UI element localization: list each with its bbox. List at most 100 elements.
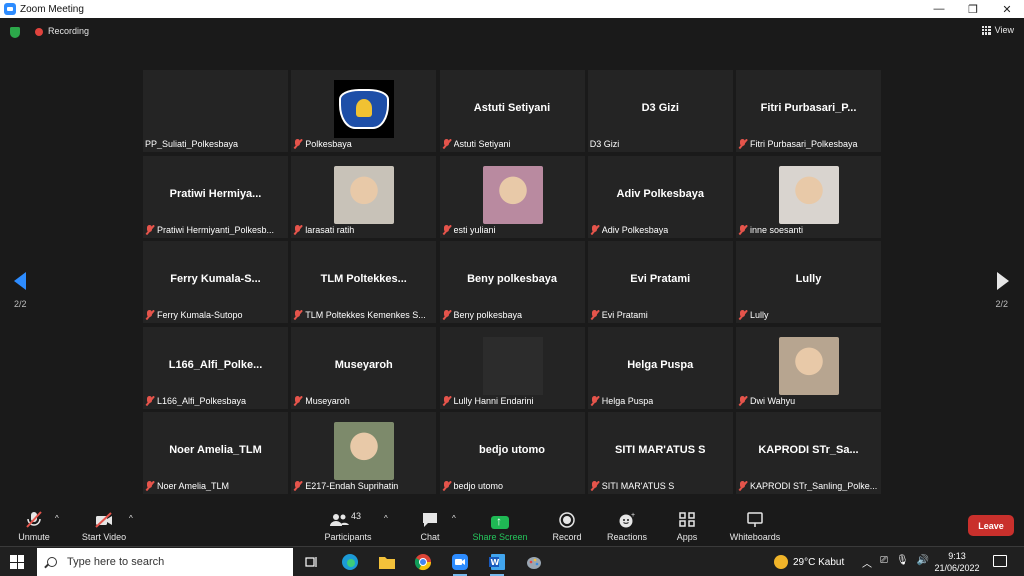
participant-photo: [334, 165, 395, 224]
participant-tile[interactable]: PP_Suliati_Polkesbaya: [143, 70, 288, 152]
participant-name: Lully: [750, 310, 769, 320]
participant-tile[interactable]: esti yuliani: [439, 155, 585, 238]
leave-button[interactable]: Leave: [968, 515, 1014, 536]
tray-volume-icon[interactable]: 🔊: [917, 555, 929, 570]
reactions-button[interactable]: + Reactions: [604, 505, 650, 546]
chrome-browser-icon[interactable]: [412, 552, 434, 572]
participant-name-label: Fitri Purbasari_Polkesbaya: [738, 139, 879, 149]
tray-microphone-icon[interactable]: 🎙: [896, 555, 909, 570]
weather-sun-icon: [774, 555, 788, 569]
participant-tile[interactable]: D3 Gizi D3 Gizi: [587, 70, 733, 152]
tray-chevron-icon[interactable]: ︿: [862, 555, 872, 570]
participant-name: Pratiwi Hermiyanti_Polkesb...: [157, 224, 275, 235]
participant-tile[interactable]: E217-Endah Suprihatin: [291, 412, 437, 494]
participant-tile[interactable]: KAPRODI STr_Sa... KAPRODI STr_Sanling_Pol…: [736, 412, 881, 494]
participant-tile[interactable]: TLM Poltekkes... TLM Poltekkes Kemenkes S…: [291, 241, 437, 323]
participant-tile[interactable]: Dwi Wahyu: [736, 326, 881, 409]
participant-tile[interactable]: Polkesbaya: [291, 70, 437, 152]
muted-mic-icon: [442, 481, 451, 491]
participants-options-chevron-icon[interactable]: ^: [384, 514, 388, 523]
muted-mic-icon: [590, 481, 599, 491]
taskbar-search[interactable]: [37, 548, 293, 576]
participant-name-label: Polkesbaya: [293, 139, 434, 149]
task-view-icon[interactable]: [301, 552, 323, 572]
record-label: Record: [552, 532, 582, 542]
security-shield-icon[interactable]: [10, 27, 20, 38]
clock-date: 21/06/2022: [934, 563, 980, 573]
weather-widget[interactable]: 29°C Kabut: [774, 555, 844, 569]
participant-name: D3 Gizi: [589, 139, 620, 149]
participant-name-label: Helga Puspa: [590, 395, 731, 406]
taskbar-clock[interactable]: 9:13 21/06/2022: [934, 550, 980, 574]
participant-display-name: SITI MAR'ATUS S: [615, 444, 706, 456]
muted-mic-icon: [293, 481, 302, 491]
participant-tile[interactable]: Beny polkesbaya Beny polkesbaya: [439, 241, 585, 323]
muted-mic-icon: [738, 481, 747, 491]
participant-tile[interactable]: Ferry Kumala-S... Ferry Kumala-Sutopo: [143, 241, 288, 323]
previous-page-icon[interactable]: [14, 272, 26, 290]
participant-tile[interactable]: SITI MAR'ATUS S SITI MAR'ATUS S: [587, 412, 733, 494]
close-icon[interactable]: ✕: [990, 0, 1024, 18]
participant-tile[interactable]: Lully Hanni Endarini: [439, 326, 585, 409]
muted-mic-icon: [145, 310, 154, 320]
participant-name: Polkesbaya: [305, 139, 352, 149]
record-button[interactable]: Record: [548, 505, 586, 546]
whiteboards-label: Whiteboards: [729, 532, 781, 542]
view-label: View: [994, 25, 1014, 35]
muted-mic-icon: [293, 224, 302, 235]
participant-tile[interactable]: Astuti Setiyani Astuti Setiyani: [439, 70, 585, 152]
chat-bubble-icon: [423, 513, 437, 527]
view-button[interactable]: View: [981, 25, 1014, 35]
recording-icon: [35, 28, 43, 36]
minimize-icon[interactable]: —: [922, 0, 956, 18]
paint-app-icon[interactable]: [523, 552, 545, 572]
participant-photo: [779, 165, 839, 224]
whiteboards-button[interactable]: Whiteboards: [726, 505, 784, 546]
chat-button[interactable]: Chat: [410, 505, 450, 546]
edge-browser-icon[interactable]: [339, 552, 361, 572]
restore-icon[interactable]: ❐: [956, 0, 990, 18]
muted-mic-icon: [738, 310, 747, 320]
participant-tile[interactable]: larasati ratih: [291, 155, 437, 238]
windows-start-icon[interactable]: [10, 555, 24, 569]
word-icon[interactable]: W: [486, 552, 508, 576]
participant-name: larasati ratih: [305, 224, 355, 235]
participant-tile[interactable]: Museyaroh Museyaroh: [291, 326, 437, 409]
audio-options-chevron-icon[interactable]: ^: [55, 514, 59, 523]
taskbar-search-input[interactable]: [67, 556, 267, 568]
participant-name: Evi Pratami: [601, 310, 648, 320]
participant-tile[interactable]: L166_Alfi_Polke... L166_Alfi_Polkesbaya: [143, 326, 288, 409]
participant-tile[interactable]: Evi Pratami Evi Pratami: [587, 241, 733, 323]
participant-name: L166_Alfi_Polkesbaya: [157, 395, 247, 406]
participants-button[interactable]: 43 Participants: [322, 505, 374, 546]
participant-tile[interactable]: Helga Puspa Helga Puspa: [587, 326, 733, 409]
participant-tile[interactable]: Adiv Polkesbaya Adiv Polkesbaya: [587, 155, 733, 238]
participant-name: bedjo utomo: [453, 481, 504, 491]
zoom-taskbar-icon[interactable]: [449, 552, 471, 576]
unmute-button[interactable]: Unmute: [14, 505, 54, 546]
muted-mic-icon: [738, 139, 747, 149]
participant-name-label: Astuti Setiyani: [442, 139, 583, 149]
participant-name: Noer Amelia_TLM: [157, 481, 230, 491]
tray-network-icon[interactable]: ⎚: [880, 555, 888, 570]
notification-center-icon[interactable]: [993, 555, 1007, 567]
video-options-chevron-icon[interactable]: ^: [129, 514, 133, 523]
participant-tile[interactable]: bedjo utomo bedjo utomo: [439, 412, 585, 494]
file-explorer-icon[interactable]: [376, 552, 398, 572]
participant-tile[interactable]: Fitri Purbasari_P... Fitri Purbasari_Polk…: [736, 70, 881, 152]
participant-name-label: L166_Alfi_Polkesbaya: [145, 395, 286, 406]
muted-mic-icon: [442, 224, 451, 235]
next-page-icon[interactable]: [997, 272, 1009, 290]
share-screen-button[interactable]: Share Screen: [472, 505, 528, 546]
participant-tile[interactable]: inne soesanti: [736, 155, 881, 238]
chat-options-chevron-icon[interactable]: ^: [452, 514, 456, 523]
participant-display-name: D3 Gizi: [641, 102, 679, 114]
participant-tile[interactable]: Noer Amelia_TLM Noer Amelia_TLM: [143, 412, 288, 494]
record-icon: [559, 512, 575, 528]
participant-display-name: Beny polkesbaya: [467, 273, 557, 285]
gallery-view: PP_Suliati_Polkesbaya Polkesbaya Astuti Se…: [143, 70, 881, 494]
start-video-button[interactable]: Start Video: [80, 505, 128, 546]
participant-tile[interactable]: Pratiwi Hermiya... Pratiwi Hermiyanti_Pol…: [143, 155, 288, 238]
participant-tile[interactable]: Lully Lully: [736, 241, 881, 323]
apps-button[interactable]: Apps: [668, 505, 706, 546]
